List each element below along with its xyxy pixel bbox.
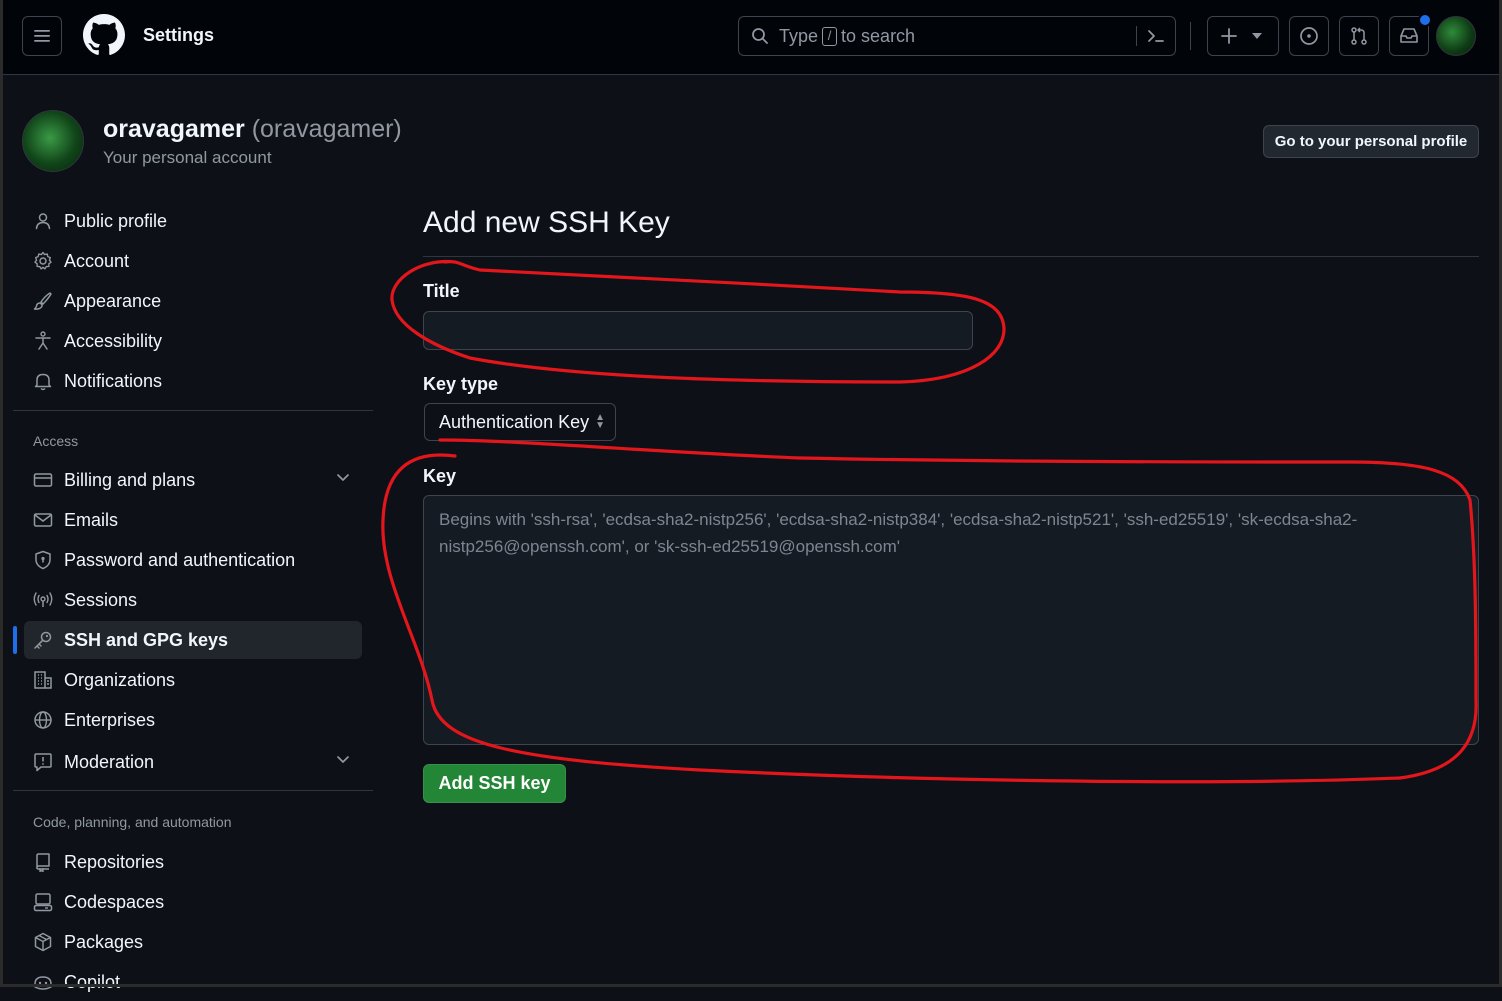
chevron-down-icon[interactable] [336, 752, 350, 766]
copilot-icon [32, 971, 54, 993]
user-avatar-menu[interactable] [1436, 16, 1476, 56]
accessibility-icon [32, 330, 54, 352]
triangle-down-icon [1252, 33, 1262, 39]
sidebar-heading-code: Code, planning, and automation [33, 814, 232, 830]
search-shortcut-key: / [822, 26, 838, 46]
sidebar-item-packages[interactable]: Packages [24, 923, 362, 961]
sidebar-item-label: Codespaces [64, 891, 165, 912]
sidebar-item-label: Billing and plans [64, 469, 196, 490]
plus-icon [1221, 28, 1237, 44]
sidebar-item-label: SSH and GPG keys [64, 629, 229, 650]
github-logo-icon[interactable] [83, 14, 125, 56]
search-divider [1136, 26, 1137, 46]
sidebar-item-label: Notifications [64, 370, 163, 391]
sidebar-item-label: Account [64, 250, 130, 271]
sidebar-item-public-profile[interactable]: Public profile [24, 202, 362, 240]
sidebar-item-label: Sessions [64, 589, 138, 610]
shield-icon [32, 549, 54, 571]
paintbrush-icon [32, 290, 54, 312]
title-label: Title [423, 281, 460, 301]
top-header: Settings Type / to search [3, 0, 1499, 75]
issue-opened-icon [1300, 27, 1318, 45]
sidebar-item-notifications[interactable]: Notifications [24, 362, 362, 400]
sidebar-item-label: Repositories [64, 851, 165, 872]
sidebar-heading-access: Access [33, 433, 79, 449]
sidebar-divider [13, 410, 373, 411]
report-icon [32, 751, 54, 773]
search-icon [752, 28, 768, 44]
key-type-label: Key type [423, 374, 499, 394]
sidebar-item-label: Accessibility [64, 330, 163, 351]
gear-icon [32, 250, 54, 272]
display-name[interactable]: oravagamer [103, 115, 245, 143]
search-suffix: to search [841, 25, 916, 46]
login-name: (oravagamer) [251, 115, 402, 143]
search-prefix: Type [779, 25, 819, 46]
package-icon [32, 931, 54, 953]
sidebar-item-repositories[interactable]: Repositories [24, 843, 362, 881]
key-type-value: Authentication Key [439, 411, 590, 432]
sidebar-item-password-authentication[interactable]: Password and authentication [24, 541, 362, 579]
sidebar-item-sessions[interactable]: Sessions [24, 581, 362, 619]
active-indicator [13, 626, 17, 654]
sidebar-item-account[interactable]: Account [24, 242, 362, 280]
person-icon [32, 210, 54, 232]
chevron-down-icon[interactable] [336, 470, 350, 484]
organization-icon [32, 669, 54, 691]
sidebar-item-label: Moderation [64, 751, 155, 772]
search-input[interactable]: Type / to search [738, 16, 1176, 56]
sidebar-item-appearance[interactable]: Appearance [24, 282, 362, 320]
menu-icon [34, 30, 50, 42]
menu-button[interactable] [22, 16, 62, 56]
globe-icon [32, 709, 54, 731]
credit-card-icon [32, 469, 54, 491]
notification-indicator [1418, 13, 1432, 27]
go-to-profile-button[interactable]: Go to your personal profile [1263, 125, 1479, 158]
avatar [22, 110, 84, 172]
header-divider [1190, 22, 1191, 50]
sidebar-divider [13, 790, 373, 791]
sidebar-item-ssh-gpg-keys[interactable]: SSH and GPG keys [24, 621, 362, 659]
key-icon [32, 629, 54, 651]
codespaces-icon [32, 891, 54, 913]
title-input[interactable] [423, 311, 973, 350]
title-divider [423, 256, 1479, 257]
sidebar-item-accessibility[interactable]: Accessibility [24, 322, 362, 360]
account-subtitle: Your personal account [103, 148, 272, 167]
add-ssh-key-button[interactable]: Add SSH key [423, 764, 566, 803]
issues-button[interactable] [1289, 16, 1329, 56]
sidebar-item-organizations[interactable]: Organizations [24, 661, 362, 699]
create-new-button[interactable] [1207, 16, 1279, 56]
sidebar-item-label: Enterprises [64, 709, 156, 730]
page-title: Add new SSH Key [423, 206, 670, 239]
account-name: oravagamer (oravagamer) [103, 115, 402, 144]
command-palette-icon[interactable] [1146, 27, 1166, 45]
repo-icon [32, 851, 54, 873]
sidebar-item-codespaces[interactable]: Codespaces [24, 883, 362, 921]
inbox-icon [1400, 28, 1418, 43]
key-label: Key [423, 466, 457, 486]
sidebar-item-label: Password and authentication [64, 549, 296, 570]
sidebar-item-copilot[interactable]: Copilot [24, 963, 362, 1001]
pull-requests-button[interactable] [1339, 16, 1379, 56]
sidebar-item-moderation[interactable]: Moderation [24, 743, 362, 781]
header-title: Settings [143, 25, 215, 45]
sidebar-item-label: Organizations [64, 669, 176, 690]
pull-request-icon [1351, 27, 1367, 45]
select-arrows-icon: ▲ ▼ [595, 412, 605, 431]
sidebar-item-label: Packages [64, 931, 144, 952]
mail-icon [32, 509, 54, 531]
bell-icon [32, 370, 54, 392]
sidebar-item-label: Copilot [64, 971, 121, 992]
sidebar-item-emails[interactable]: Emails [24, 501, 362, 539]
broadcast-icon [32, 589, 54, 611]
sidebar-item-billing[interactable]: Billing and plans [24, 461, 362, 499]
sidebar-item-label: Emails [64, 509, 119, 530]
key-type-select[interactable]: Authentication Key ▲ ▼ [424, 403, 616, 441]
sidebar-item-label: Public profile [64, 210, 168, 231]
sidebar-item-enterprises[interactable]: Enterprises [24, 701, 362, 739]
sidebar-item-label: Appearance [64, 290, 162, 311]
key-textarea[interactable] [423, 495, 1479, 745]
